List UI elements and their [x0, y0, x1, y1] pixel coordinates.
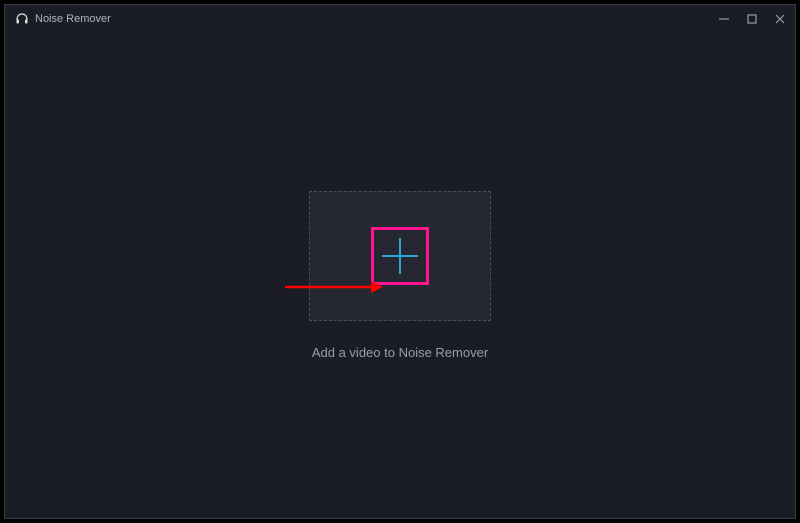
app-window: Noise Remover — [4, 4, 796, 519]
maximize-button[interactable] — [745, 12, 759, 26]
add-video-dropzone[interactable] — [309, 191, 491, 321]
main-content: Add a video to Noise Remover — [5, 33, 795, 518]
close-button[interactable] — [773, 12, 787, 26]
app-title: Noise Remover — [35, 13, 111, 25]
title-left: Noise Remover — [15, 12, 111, 26]
hint-text: Add a video to Noise Remover — [312, 345, 488, 360]
add-plus-icon — [382, 238, 418, 274]
headphones-icon — [15, 12, 29, 26]
annotation-highlight-box — [371, 227, 429, 285]
title-bar: Noise Remover — [5, 5, 795, 33]
window-controls — [717, 12, 787, 26]
minimize-button[interactable] — [717, 12, 731, 26]
